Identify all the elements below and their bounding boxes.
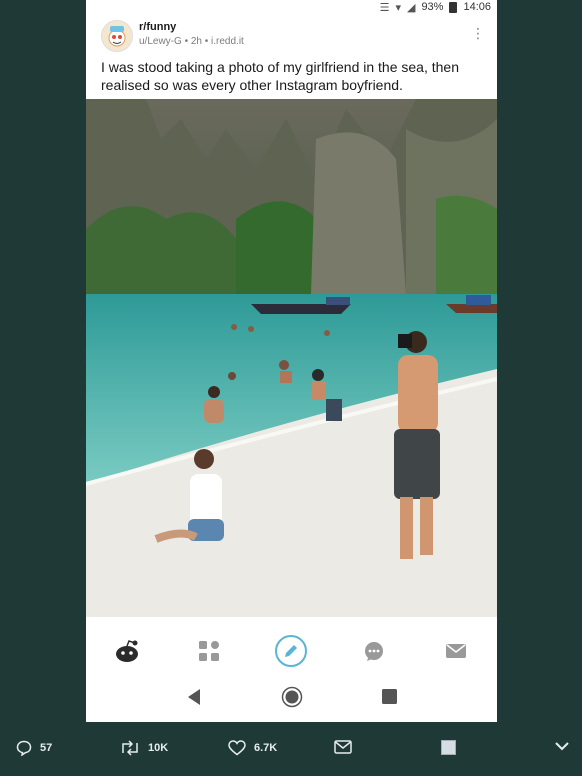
create-post-icon [275,635,308,667]
subreddit-avatar[interactable] [101,20,133,52]
clock: 14:06 [463,1,491,13]
battery-icon [449,1,458,13]
heart-icon [228,740,246,756]
home-icon[interactable] [102,631,152,671]
chat-icon[interactable] [349,631,399,671]
post-image[interactable] [86,99,497,617]
recents-icon[interactable] [382,689,398,709]
no-signal-icon: ◢ [406,1,416,14]
like-count: 6.7K [254,742,278,754]
back-icon[interactable] [186,688,202,711]
vibrate-icon: ☰ [379,1,390,14]
post-header: r/funny u/Lewy-G • 2h • i.redd.it ⋮ [101,18,491,52]
like-action[interactable]: 6.7K [228,740,277,756]
retweet-icon [122,740,138,756]
subreddit-name[interactable]: r/funny [139,21,176,33]
post-title[interactable]: I was stood taking a photo of my girlfri… [101,58,486,94]
create-post-button[interactable] [266,631,316,671]
system-navigation-bar [86,680,497,718]
inbox-icon[interactable] [431,631,481,671]
retweet-action[interactable]: 10K [120,740,168,756]
image-thumbnail-icon [441,740,456,755]
tweet-action-bar: 57 10K 6.7K [0,730,582,770]
wifi-icon: ▾ [395,1,401,14]
beach-photo [86,99,497,617]
more-options-icon[interactable]: ⋮ [471,26,485,40]
reply-count: 57 [40,742,53,754]
post-meta[interactable]: u/Lewy-G • 2h • i.redd.it [139,36,244,47]
chevron-down-icon [555,742,569,751]
status-bar: ☰ ▾ ◢ 93% 14:06 [86,0,497,14]
media-thumbnail[interactable] [441,740,456,755]
envelope-icon [334,740,352,754]
phone-screenshot: ☰ ▾ ◢ 93% 14:06 r/funny u/Lewy-G • 2h • … [86,0,497,722]
retweet-count: 10K [148,742,169,754]
direct-message-action[interactable] [334,740,352,754]
more-chevron[interactable] [554,740,570,752]
battery-percent: 93% [421,1,444,13]
home-circle-icon[interactable] [281,686,303,713]
reply-action[interactable]: 57 [16,740,52,756]
communities-icon[interactable] [184,631,234,671]
reply-icon [16,740,32,756]
bottom-navigation [86,626,497,676]
